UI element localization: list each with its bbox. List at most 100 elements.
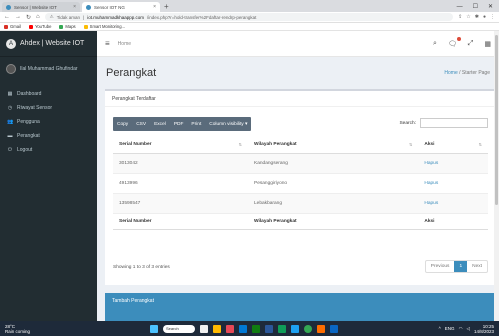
tab-label: Sensor | Website IOT [14,4,57,10]
app-icon[interactable] [291,324,299,333]
hapus-link[interactable]: Hapus [424,201,438,206]
breadcrumb-home[interactable]: Home [444,70,457,76]
sort-icon: ⇅ [478,142,482,148]
pdf-button[interactable]: PDF [170,117,188,131]
app-icon[interactable] [226,324,234,333]
breadcrumb: Home / Starter Page [444,70,490,76]
url-input[interactable]: ⚠ Tidak aman | iot.muhammadkhaappp.com /… [44,13,454,21]
bookmark-smart[interactable]: Smart Monitoring... [83,24,125,29]
menu-icon[interactable]: ⋮ [490,14,495,20]
table-row: 13598547 Lebakbarang Hapus [113,193,488,214]
box-title: Perangkat Terdaftar [105,91,496,107]
serial-cell: 3013042 [113,153,248,174]
page-scrollbar[interactable] [494,31,499,321]
word-icon[interactable] [265,324,273,333]
hamburger-icon[interactable]: ≡ [105,39,110,48]
task-view-icon[interactable] [200,324,208,333]
csv-button[interactable]: CSV [132,117,150,131]
minimize-icon[interactable]: — [457,2,463,12]
excel-button[interactable]: Excel [150,117,170,131]
url-host: iot.muhammadkhaappp.com [87,14,144,20]
avatar [6,64,16,74]
clock[interactable]: 10:25 14/8/2023 [474,324,494,334]
browser-tab-1[interactable]: Sensor | Website IOT × [2,2,80,12]
column-header-aksi[interactable]: Aksi ⇅ [418,137,488,154]
users-icon: 👥 [7,119,14,125]
topnav-home-link[interactable]: Home [118,41,131,47]
column-visibility-button[interactable]: Column visibility ▾ [205,117,251,131]
bookmark-youtube[interactable]: YouTube [28,24,51,29]
back-icon[interactable]: ← [4,14,10,20]
start-icon[interactable] [150,324,158,333]
search-input[interactable] [420,118,488,128]
forward-icon[interactable]: → [15,14,21,20]
fullscreen-icon[interactable]: ⤢ [468,40,474,48]
column-header-serial[interactable]: Serial Number ⇅ [113,137,248,154]
share-icon[interactable]: ⇪ [458,14,462,20]
notification-badge [456,36,461,41]
extensions: ⇪ ☆ ✱ ● ⋮ [458,14,495,20]
window-controls: — ☐ ✕ [457,2,499,12]
device-icon: ▬ [7,133,13,139]
star-icon[interactable]: ☆ [466,14,470,20]
app-icon[interactable] [278,324,286,333]
chrome-icon[interactable] [304,324,312,333]
notifications-icon[interactable]: 🗨 [448,36,461,48]
sidebar-item-pengguna[interactable]: 👥 Pengguna [0,115,97,129]
user-name: Ilal Muhammad Ghufindar [20,66,78,72]
reload-icon[interactable]: ↻ [26,14,31,21]
add-device-box: Tambah Perangkat [105,293,496,321]
grid-icon[interactable]: ▦ [484,40,491,48]
bookmark-gmail[interactable]: Gmail [4,24,21,29]
sidebar-item-dashboard[interactable]: ▦ Dashboard [0,87,97,101]
wilayah-cell: Lebakbarang [248,193,419,214]
history-icon: ◷ [7,105,13,111]
scrollbar-thumb[interactable] [495,35,498,205]
favicon-icon [6,4,11,10]
brand[interactable]: A Ahdex | Website IOT [0,31,97,57]
hapus-link[interactable]: Hapus [424,161,438,166]
copy-button[interactable]: Copy [113,117,132,131]
maximize-icon[interactable]: ☐ [473,2,478,12]
sidebar-item-riwayat-sensor[interactable]: ◷ Riwayat Sensor [0,101,97,115]
column-header-wilayah[interactable]: Wilayah Perangkat ⇅ [248,137,419,154]
weather-widget[interactable]: 28°C Rain coming [5,324,30,334]
new-tab-icon[interactable]: + [164,2,169,12]
sort-icon: ⇅ [238,142,242,148]
hapus-link[interactable]: Hapus [424,181,438,186]
sidebar-item-logout[interactable]: ⏻ Logout [0,143,97,157]
app-icon[interactable] [252,324,260,333]
warning-icon: ⚠ [49,14,54,19]
profile-icon[interactable]: ● [483,14,486,20]
extension-icon[interactable]: ✱ [475,14,479,20]
wifi-icon[interactable]: ◠ [459,326,463,332]
page-1-button[interactable]: 1 [454,261,468,272]
logout-icon: ⏻ [8,147,12,153]
top-navbar: ≡ Home ⌕ 🗨 ⤢ ▦ [97,31,499,57]
previous-button[interactable]: Previous [426,261,455,272]
app-icon[interactable] [317,324,325,333]
next-button[interactable]: Next [467,261,487,272]
search-icon[interactable]: ⌕ [433,40,437,48]
close-tab-icon[interactable]: × [153,4,156,10]
home-icon[interactable]: ⌂ [36,14,40,20]
store-icon[interactable] [239,324,247,333]
sort-icon: ⇅ [409,142,413,148]
chevron-up-icon[interactable]: ^ [439,326,441,331]
brand-title: Ahdex | Website IOT [20,40,85,47]
taskbar-search[interactable]: Search [163,324,195,333]
sidebar-item-perangkat[interactable]: ▬ Perangkat [0,129,97,143]
file-explorer-icon[interactable] [213,324,221,333]
close-window-icon[interactable]: ✕ [488,2,493,12]
page-header: Perangkat Home / Starter Page [97,57,499,89]
browser-tab-2[interactable]: Sensor IOT NG × [82,2,160,12]
user-panel: Ilal Muhammad Ghufindar [0,57,97,81]
search-label: Search: [399,120,416,126]
bookmark-maps[interactable]: Maps [59,24,76,29]
dashboard-icon: ▦ [7,91,13,97]
language-indicator[interactable]: ENG [445,326,455,331]
close-tab-icon[interactable]: × [73,4,76,10]
print-button[interactable]: Print [187,117,205,131]
volume-icon[interactable]: ◁ [467,326,470,332]
vscode-icon[interactable] [330,324,338,333]
